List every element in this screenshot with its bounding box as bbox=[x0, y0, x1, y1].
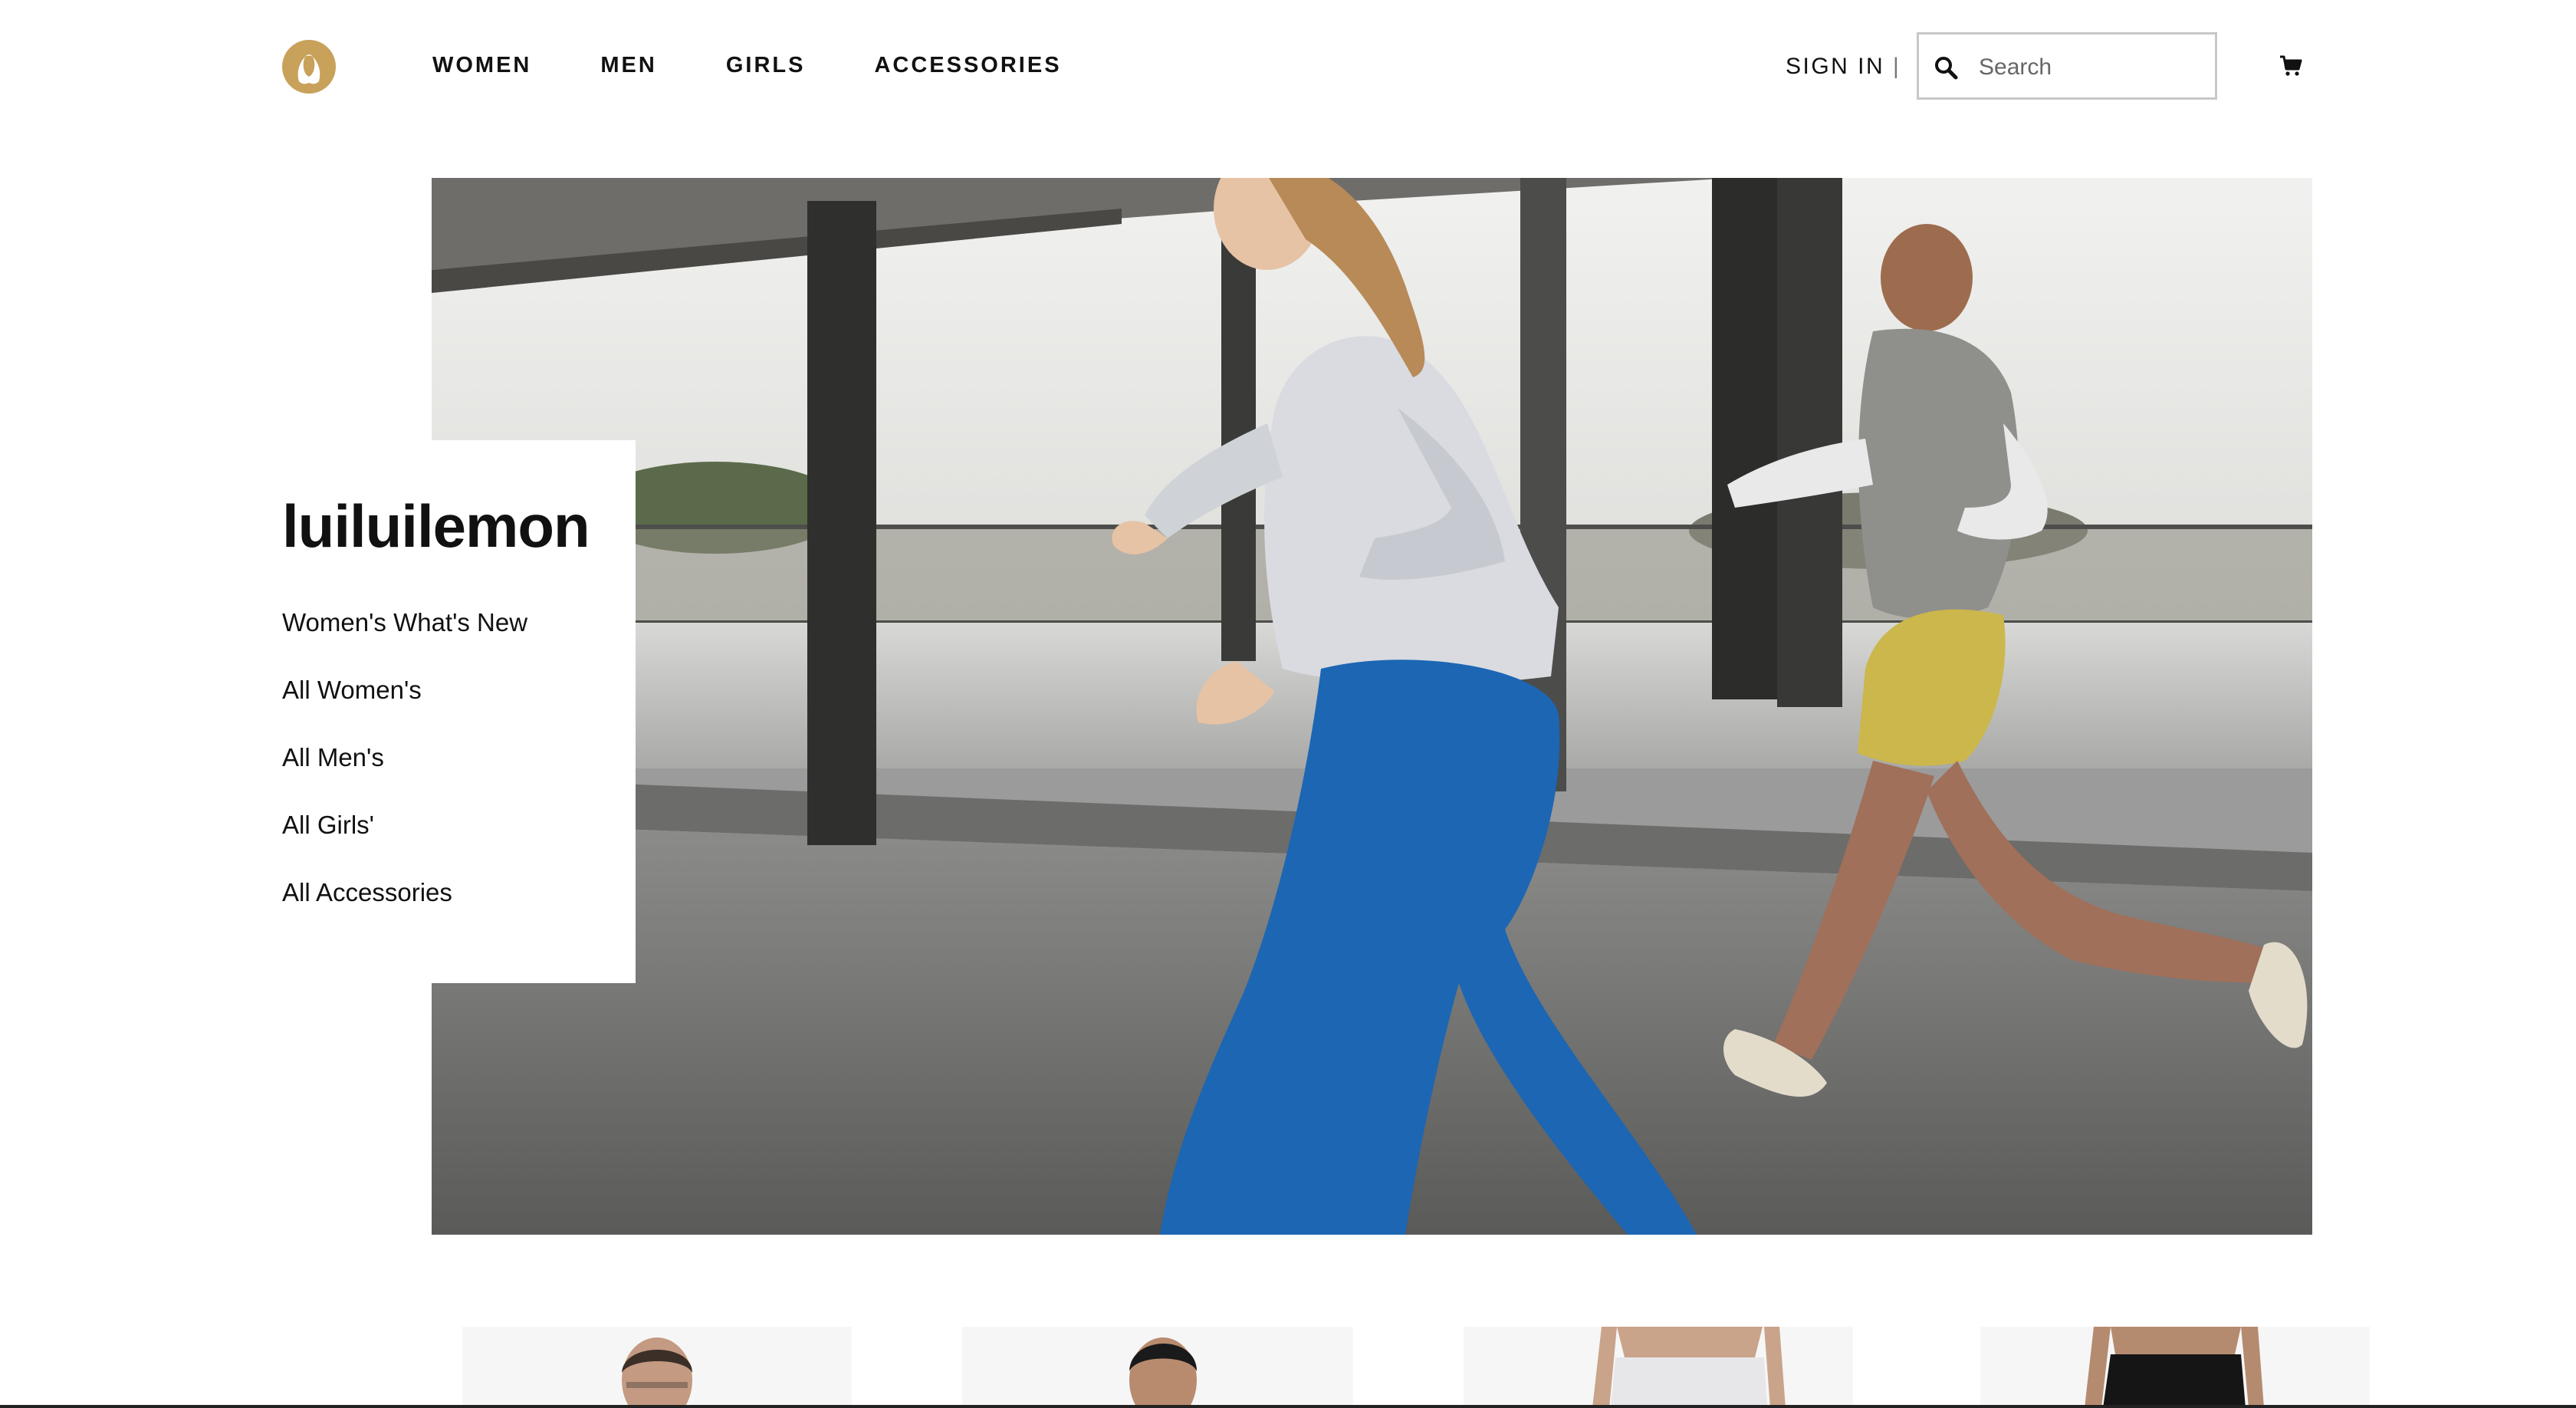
hero-links: Women's What's New All Women's All Men's… bbox=[282, 606, 527, 943]
nav-women[interactable]: WOMEN bbox=[432, 49, 531, 81]
hero-image[interactable] bbox=[432, 178, 2312, 1235]
hero-title: luiluilemon bbox=[282, 492, 590, 560]
search-icon bbox=[1935, 57, 1958, 80]
nav-accessories[interactable]: ACCESSORIES bbox=[874, 49, 1061, 81]
site-header: WOMEN MEN GIRLS ACCESSORIES SIGN IN | bbox=[0, 0, 2576, 132]
window-bottom-edge bbox=[0, 1405, 2576, 1408]
link-all-mens[interactable]: All Men's bbox=[282, 741, 527, 775]
sign-in-link[interactable]: SIGN IN bbox=[1786, 51, 1884, 83]
cart-icon[interactable] bbox=[2279, 54, 2303, 78]
header-separator: | bbox=[1893, 54, 1899, 79]
main-nav: WOMEN MEN GIRLS ACCESSORIES bbox=[432, 49, 1131, 81]
nav-girls[interactable]: GIRLS bbox=[726, 49, 806, 81]
link-all-girls[interactable]: All Girls' bbox=[282, 808, 527, 842]
link-all-accessories[interactable]: All Accessories bbox=[282, 876, 527, 910]
product-card-2[interactable] bbox=[962, 1327, 1353, 1408]
product-card-4[interactable] bbox=[1980, 1327, 2370, 1408]
search-box[interactable] bbox=[1917, 32, 2217, 100]
link-all-womens[interactable]: All Women's bbox=[282, 673, 527, 707]
product-card-1[interactable] bbox=[462, 1327, 852, 1408]
link-womens-whats-new[interactable]: Women's What's New bbox=[282, 606, 527, 640]
product-card-3[interactable] bbox=[1464, 1327, 1853, 1408]
lululemon-logo-icon[interactable] bbox=[282, 40, 336, 94]
nav-men[interactable]: MEN bbox=[600, 49, 656, 81]
search-input[interactable] bbox=[1977, 45, 2207, 90]
